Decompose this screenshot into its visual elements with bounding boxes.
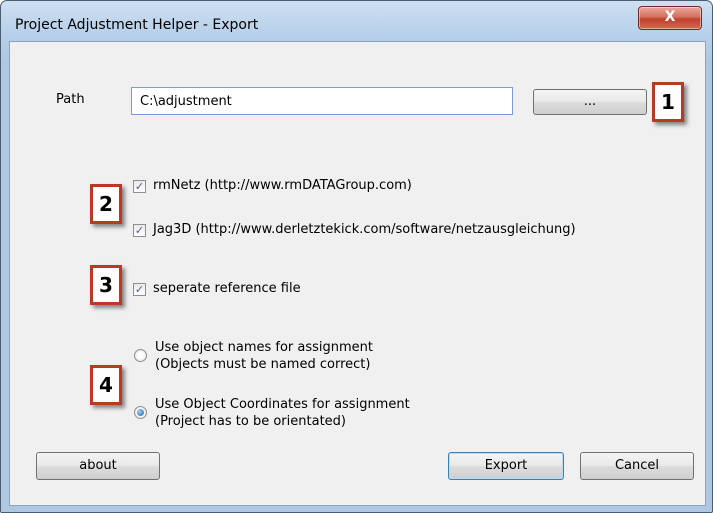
separate-reference-checkbox[interactable]: ✓ xyxy=(133,283,146,296)
radio-selected-dot xyxy=(137,409,144,416)
browse-button[interactable]: ... xyxy=(533,89,647,115)
annotation-badge-3: 3 xyxy=(90,265,122,305)
close-button[interactable]: X xyxy=(638,6,702,30)
about-button[interactable]: about xyxy=(36,452,160,480)
object-coordinates-label-line1: Use Object Coordinates for assignment xyxy=(155,397,410,412)
window-title: Project Adjustment Helper - Export xyxy=(15,17,259,33)
rmnetz-checkbox[interactable]: ✓ xyxy=(133,180,146,193)
rmnetz-label: rmNetz (http://www.rmDATAGroup.com) xyxy=(153,178,412,193)
path-input[interactable] xyxy=(132,88,512,114)
export-button[interactable]: Export xyxy=(448,452,564,480)
dialog-window: Project Adjustment Helper - Export X Pat… xyxy=(0,0,713,513)
separate-reference-label: seperate reference file xyxy=(153,281,301,296)
object-names-label-line2: (Objects must be named correct) xyxy=(155,357,371,372)
object-names-label-line1: Use object names for assignment xyxy=(155,340,374,355)
annotation-badge-1: 1 xyxy=(652,82,684,122)
cancel-button[interactable]: Cancel xyxy=(580,452,694,480)
object-coordinates-radio[interactable] xyxy=(134,406,147,419)
jag3d-label: Jag3D (http://www.derletztekick.com/soft… xyxy=(153,222,576,237)
path-label: Path xyxy=(56,92,85,107)
annotation-badge-2: 2 xyxy=(90,184,122,224)
jag3d-checkbox[interactable]: ✓ xyxy=(133,224,146,237)
object-names-radio[interactable] xyxy=(134,349,147,362)
object-coordinates-label-line2: (Project has to be orientated) xyxy=(155,414,346,429)
path-field-box[interactable] xyxy=(131,87,513,115)
annotation-badge-4: 4 xyxy=(90,365,122,405)
